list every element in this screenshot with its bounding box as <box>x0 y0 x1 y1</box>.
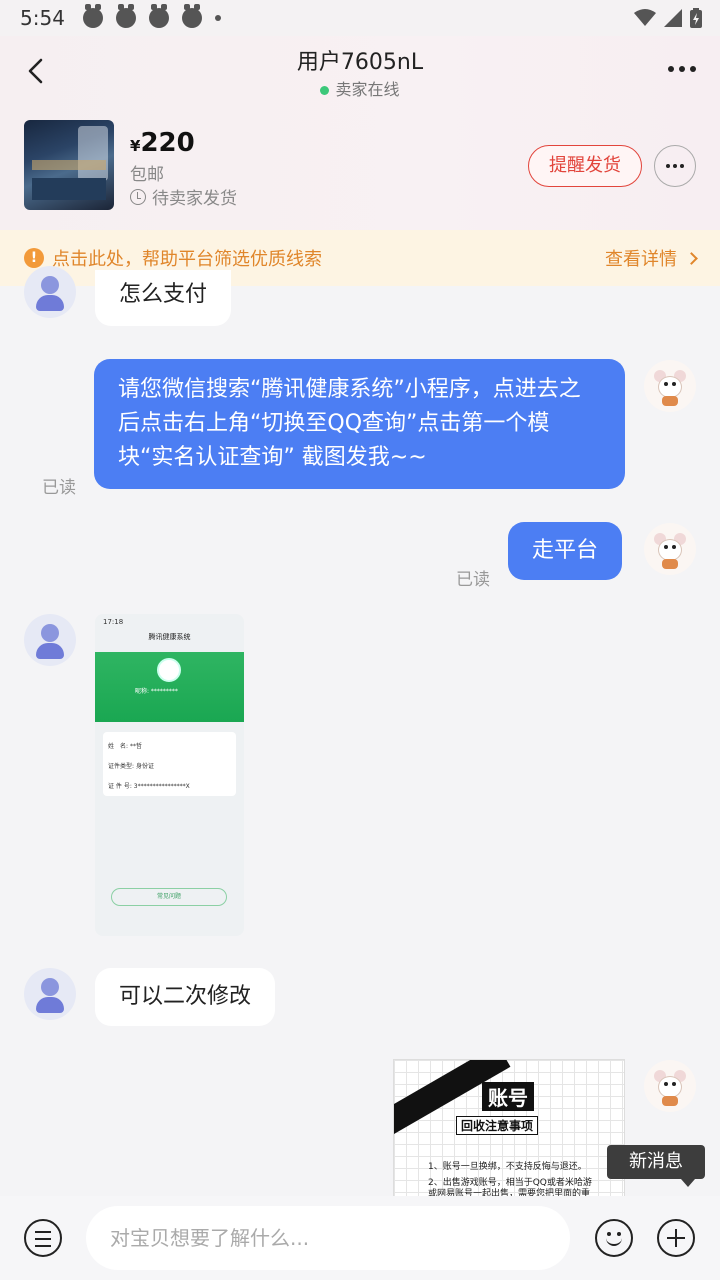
message-bubble[interactable]: 走平台 <box>508 522 623 580</box>
product-thumbnail[interactable] <box>24 120 114 210</box>
order-status: 待卖家发货 <box>130 184 237 209</box>
my-avatar[interactable] <box>644 523 696 575</box>
image-field-value: **哲 <box>129 743 142 750</box>
more-notifications-icon <box>214 15 221 21</box>
notification-icon <box>82 4 103 28</box>
status-time: 5:54 <box>20 6 65 30</box>
seller-avatar[interactable] <box>24 968 76 1020</box>
image-faq-button: 常见问题 <box>111 888 227 906</box>
image-text-line: 2、出售游戏账号，相当于QQ或者米哈游或网易账号一起出售，需要您把里面的重 <box>428 1178 592 1197</box>
shipping-label: 包邮 <box>130 165 164 185</box>
chevron-right-icon <box>685 251 698 265</box>
chat-header: 用户7605nL 卖家在线 ¥220 包邮 待卖家发货 提醒发货 <box>0 36 720 230</box>
emoji-icon[interactable] <box>595 1219 633 1257</box>
view-details-link[interactable]: 查看详情 <box>605 245 698 271</box>
warning-icon: ! <box>24 248 44 268</box>
input-bar: 对宝贝想要了解什么... <box>0 1196 720 1280</box>
status-bar: 5:54 <box>0 0 720 36</box>
online-status-label: 卖家在线 <box>335 80 400 99</box>
product-more-button[interactable] <box>654 145 696 187</box>
chat-title: 用户7605nL <box>296 50 424 75</box>
image-field-label: 证件类型: <box>108 763 135 770</box>
add-icon[interactable] <box>657 1219 695 1257</box>
menu-icon[interactable] <box>24 1219 62 1257</box>
product-price: ¥220 <box>130 128 195 158</box>
message-image[interactable]: 账号 回收注意事项 1、账号一旦换绑，不支持反悔与退还。 2、出售游戏账号，相当… <box>393 1059 625 1197</box>
online-dot-icon <box>320 86 330 95</box>
seller-avatar[interactable] <box>24 614 76 666</box>
image-field-value: 3****************X <box>133 783 190 790</box>
image-nickname: 昵称: ********* <box>135 688 178 695</box>
image-status-time: 17:18 <box>103 618 124 626</box>
signal-icon <box>664 9 682 27</box>
image-id-card: 姓 名: **哲 证件类型: 身份证 证 件 号: 3*************… <box>103 732 236 796</box>
more-options-icon[interactable] <box>668 66 696 72</box>
image-profile-banner: 昵称: ********* <box>95 652 244 722</box>
notice-text: 点击此处，帮助平台筛选优质线索 <box>52 249 322 270</box>
image-field-label: 证 件 号: <box>108 783 132 790</box>
notification-icon <box>115 4 136 28</box>
image-heading: 账号 <box>482 1082 534 1111</box>
image-avatar <box>157 658 181 682</box>
seller-avatar[interactable] <box>24 266 76 318</box>
currency-symbol: ¥ <box>130 137 141 155</box>
price-value: 220 <box>140 128 195 158</box>
remind-ship-button[interactable]: 提醒发货 <box>528 145 642 187</box>
image-field-label: 姓 名: <box>108 743 129 750</box>
notification-icon <box>181 4 202 28</box>
message-bubble[interactable]: 请您微信搜索“腾讯健康系统”小程序，点进去之后点击右上角“切换至QQ查询”点击第… <box>94 359 625 489</box>
image-field-value: 身份证 <box>135 763 154 770</box>
message-input[interactable]: 对宝贝想要了解什么... <box>86 1206 570 1270</box>
read-receipt: 已读 <box>456 570 490 590</box>
view-details-label: 查看详情 <box>605 249 677 270</box>
notification-icon <box>148 4 169 28</box>
image-app-title: 腾讯健康系统 <box>148 633 191 641</box>
new-message-tooltip[interactable]: 新消息 <box>607 1145 705 1187</box>
wifi-icon <box>634 9 656 26</box>
order-status-label: 待卖家发货 <box>152 189 237 209</box>
read-receipt: 已读 <box>42 478 76 498</box>
my-avatar[interactable] <box>644 1060 696 1112</box>
my-avatar[interactable] <box>644 360 696 412</box>
message-bubble[interactable]: 可以二次修改 <box>95 968 276 1026</box>
message-bubble[interactable]: 怎么支付 <box>95 270 232 326</box>
clock-icon <box>130 188 146 205</box>
image-subheading: 回收注意事项 <box>456 1116 539 1135</box>
message-image[interactable]: 17:18 腾讯健康系统 昵称: ********* 姓 名: **哲 证件类型… <box>95 614 244 936</box>
battery-icon <box>690 8 702 28</box>
online-status: 卖家在线 <box>0 76 720 100</box>
image-text-line: 1、账号一旦换绑，不支持反悔与退还。 <box>428 1162 587 1172</box>
